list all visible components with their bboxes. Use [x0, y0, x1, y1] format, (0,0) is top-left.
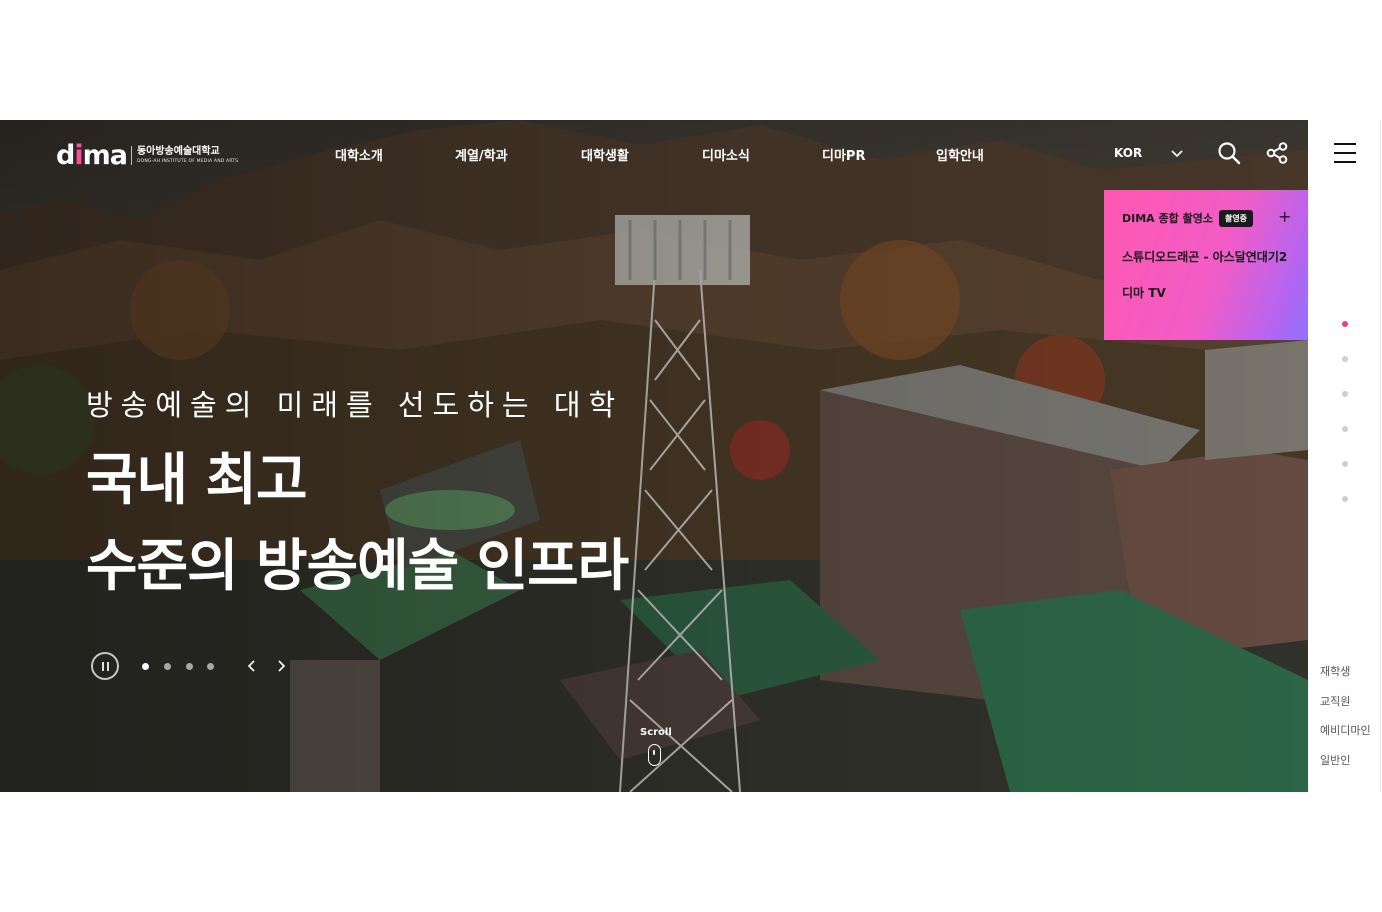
slide-pager-dot-2[interactable] [164, 663, 171, 670]
logo-name-ko: 동아방송예술대학교 [136, 146, 220, 157]
nav-item-pr[interactable]: 디마PR [822, 145, 865, 164]
live-panel-title: DIMA 종합 촬영소 [1122, 212, 1213, 225]
slide-pager-dot-3[interactable] [186, 663, 193, 670]
live-item-dima-tv[interactable]: 디마 TV [1122, 284, 1308, 301]
hero-subtitle: 방송예술의 미래를 선도하는 대학 [86, 388, 624, 422]
nav-item-about[interactable]: 대학소개 [335, 145, 383, 164]
slide-pager-dot-1[interactable] [142, 663, 149, 670]
live-status-badge: 촬영중 [1218, 209, 1254, 227]
pause-icon[interactable] [91, 652, 119, 680]
quick-link-public[interactable]: 일반인 [1320, 752, 1350, 768]
live-studio-panel: DIMA 종합 촬영소 촬영중 + 스튜디오드래곤 - 아스달연대기2 디마 T… [1104, 190, 1308, 340]
hero-title-line1: 국내 최고 [86, 448, 308, 513]
share-icon[interactable] [1266, 142, 1288, 164]
site-logo[interactable]: dima 동아방송예술대학교 DONG-AH INSTITUTE OF MEDI… [56, 142, 238, 169]
quick-link-prospective[interactable]: 예비디마인 [1320, 722, 1371, 738]
mouse-scroll-icon [647, 744, 661, 766]
logo-mark: dima [56, 140, 128, 171]
scroll-label: Scroll [640, 727, 672, 738]
slide-pager-dot-4[interactable] [207, 663, 214, 670]
chevron-right-icon[interactable] [275, 658, 289, 674]
rail-divider [1380, 120, 1381, 792]
section-nav-dot-2[interactable] [1342, 356, 1348, 362]
hero-visual: dima 동아방송예술대학교 DONG-AH INSTITUTE OF MEDI… [0, 120, 1308, 792]
scroll-indicator[interactable]: Scroll [640, 727, 672, 766]
nav-item-departments[interactable]: 계열/학과 [455, 145, 508, 164]
quick-link-faculty[interactable]: 교직원 [1320, 693, 1350, 709]
logo-wordmark: 동아방송예술대학교 DONG-AH INSTITUTE OF MEDIA AND… [130, 146, 239, 165]
hamburger-menu-icon[interactable] [1334, 143, 1356, 163]
nav-item-news[interactable]: 디마소식 [702, 145, 750, 164]
right-rail [1308, 120, 1382, 792]
chevron-down-icon[interactable] [1170, 146, 1184, 160]
chevron-left-icon[interactable] [244, 658, 258, 674]
section-nav-dot-5[interactable] [1342, 461, 1348, 467]
search-icon[interactable] [1217, 141, 1241, 165]
section-nav-dot-1[interactable] [1342, 321, 1348, 327]
section-nav-dot-4[interactable] [1342, 426, 1348, 432]
hero-title-line2: 수준의 방송예술 인프라 [86, 534, 629, 599]
hero-title: 국내 최고 수준의 방송예술 인프라 [86, 438, 629, 610]
nav-item-campus-life[interactable]: 대학생활 [581, 145, 629, 164]
plus-icon[interactable]: + [1278, 209, 1291, 225]
section-nav-dot-3[interactable] [1342, 391, 1348, 397]
section-nav-dot-6[interactable] [1342, 496, 1348, 502]
logo-name-en: DONG-AH INSTITUTE OF MEDIA AND ARTS [136, 159, 239, 164]
language-select[interactable]: KOR [1114, 146, 1142, 160]
quick-link-students[interactable]: 재학생 [1320, 663, 1350, 679]
nav-item-admission[interactable]: 입학안내 [936, 145, 984, 164]
live-item-studio-dragon[interactable]: 스튜디오드래곤 - 아스달연대기2 [1122, 248, 1308, 265]
